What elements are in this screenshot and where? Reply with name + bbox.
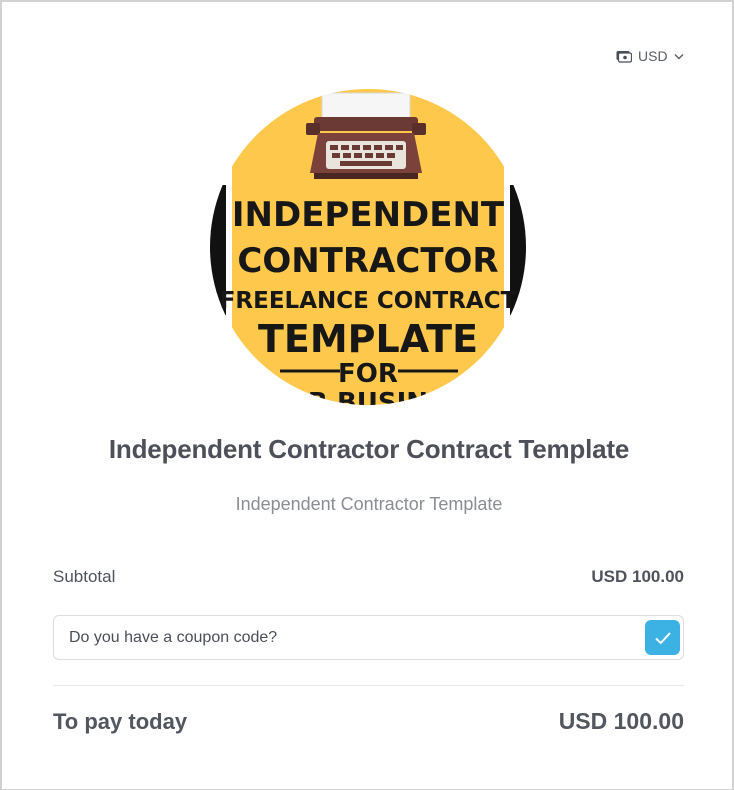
checkmark-icon (654, 631, 671, 644)
cover-line-5: FOR (338, 359, 398, 389)
cover-line-2: CONTRACTOR (237, 241, 498, 281)
cash-icon (616, 50, 632, 63)
subtotal-row: Subtotal USD 100.00 (53, 567, 684, 587)
divider (53, 685, 684, 686)
chevron-down-icon (674, 53, 684, 60)
coupon-prompt: Do you have a coupon code? (69, 628, 278, 646)
checkout-panel: USD INDEPENDENT CONTRACTOR (FREELANCE CO… (0, 0, 734, 790)
cover-line-6: R BUSIN (308, 388, 428, 405)
coupon-checkbox[interactable] (645, 620, 680, 655)
coupon-toggle[interactable]: Do you have a coupon code? (53, 615, 684, 660)
cover-line-1: INDEPENDENT (232, 195, 505, 235)
total-label: To pay today (53, 708, 188, 734)
product-image: INDEPENDENT CONTRACTOR (FREELANCE CONTRA… (210, 89, 526, 405)
total-row: To pay today USD 100.00 (53, 708, 684, 735)
cover-line-4: TEMPLATE (258, 317, 478, 361)
cover-line-3: (FREELANCE CONTRACT) (210, 288, 526, 314)
currency-selector[interactable]: USD (616, 46, 684, 66)
subtotal-label: Subtotal (53, 567, 116, 586)
product-title: Independent Contractor Contract Template (108, 434, 630, 464)
product-subtitle: Independent Contractor Template (235, 494, 503, 514)
currency-value: USD (638, 48, 668, 64)
total-amount: USD 100.00 (558, 708, 684, 734)
subtotal-amount: USD 100.00 (591, 567, 684, 586)
